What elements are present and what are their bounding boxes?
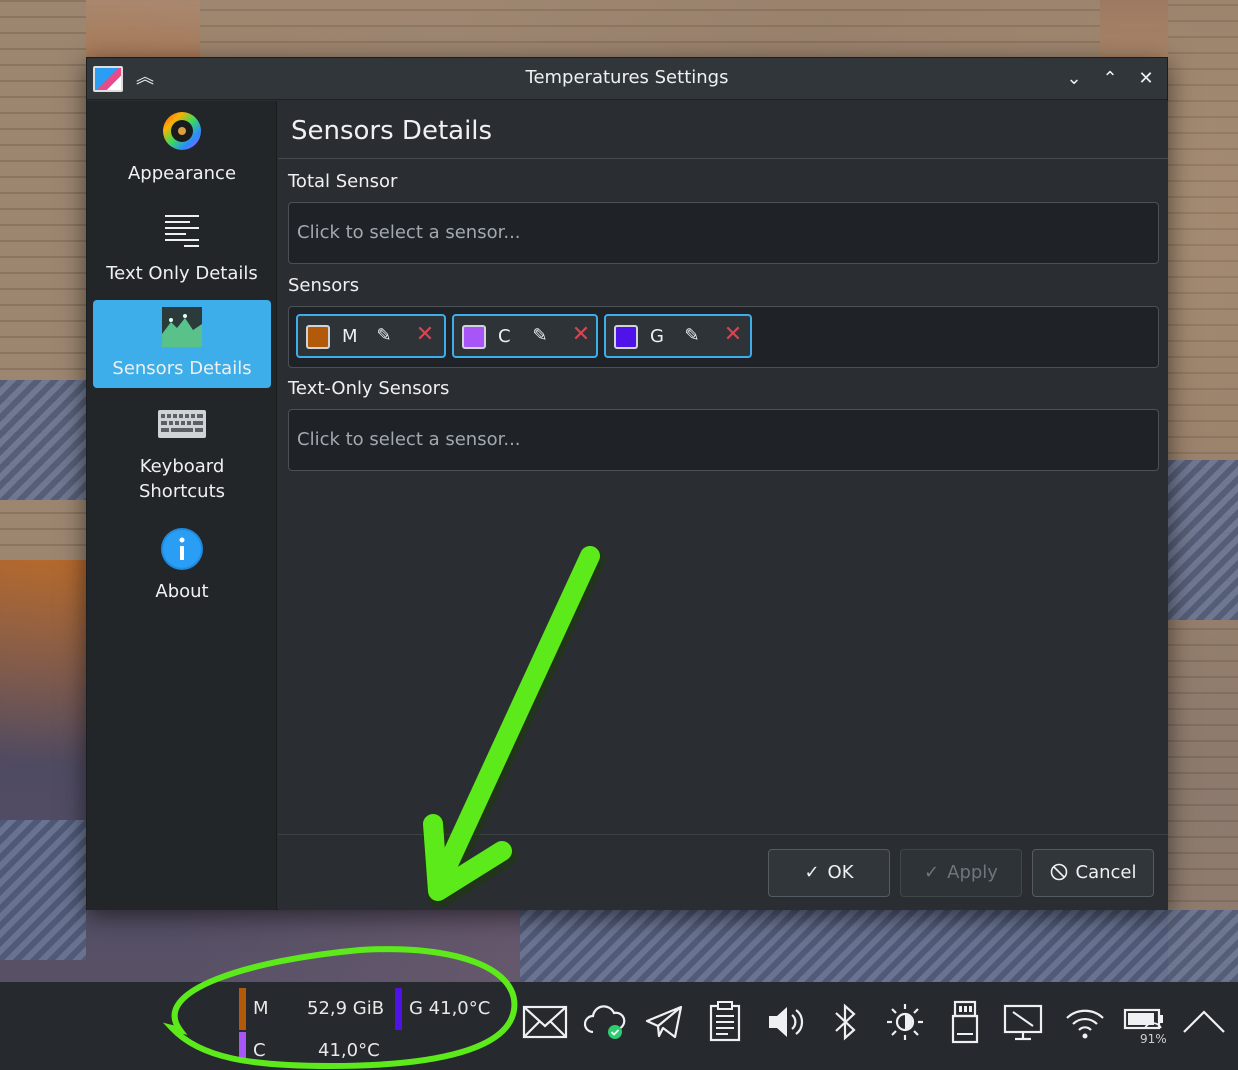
sensors-field[interactable]: M ✎ ✕ C ✎ ✕ G ✎ ✕ — [288, 306, 1159, 368]
wallpaper-roof-left — [0, 380, 86, 500]
total-sensor-field[interactable]: Click to select a sensor... — [288, 202, 1159, 264]
volume-icon[interactable] — [761, 998, 809, 1046]
sensor-chip-label: M — [342, 326, 358, 347]
wallpaper-roof-bottom-left — [0, 820, 86, 960]
wallpaper-roof-right — [1168, 460, 1238, 620]
text-only-sensors-label: Text-Only Sensors — [288, 378, 450, 399]
ok-label: OK — [827, 862, 854, 883]
mail-icon[interactable] — [521, 998, 569, 1046]
c-color-bar — [239, 1032, 246, 1062]
sidebar-item-label: About — [155, 581, 209, 602]
g-color-bar — [395, 988, 402, 1030]
checkmark-icon: ✓ — [804, 862, 820, 883]
widget-c-value: 41,0°C — [318, 1040, 380, 1061]
taskbar: M 52,9 GiB G 41,0°C C 41,0°C 91% — [0, 982, 1238, 1070]
remove-icon[interactable]: ✕ — [720, 322, 746, 348]
m-color-bar — [239, 988, 246, 1030]
clipboard-icon[interactable] — [701, 998, 749, 1046]
cancel-label: Cancel — [1075, 862, 1137, 883]
color-wheel-icon — [163, 112, 201, 150]
widget-m-value: 52,9 GiB — [307, 998, 385, 1019]
sensors-label: Sensors — [288, 275, 360, 296]
minimize-button[interactable]: ⌄ — [1061, 66, 1087, 92]
title-divider — [278, 158, 1168, 159]
remove-icon[interactable]: ✕ — [568, 322, 594, 348]
widget-m-label: M — [253, 998, 269, 1019]
cancel-icon — [1050, 863, 1067, 881]
sidebar-item-label: Sensors Details — [112, 358, 252, 379]
pencil-icon[interactable]: ✎ — [372, 324, 396, 348]
close-button[interactable]: ✕ — [1133, 66, 1159, 92]
title-bar: ︽ Temperatures Settings ⌄ ⌃ ✕ — [87, 58, 1167, 100]
sidebar-item-label: Appearance — [127, 163, 237, 184]
sidebar-item-text-only-details[interactable]: Text Only Details — [93, 209, 271, 297]
wallpaper-building-top — [200, 0, 1100, 57]
sensor-chip-label: C — [498, 326, 511, 347]
sidebar-item-about[interactable]: About — [93, 525, 271, 613]
cancel-button[interactable]: Cancel — [1032, 849, 1154, 897]
total-sensor-placeholder: Click to select a sensor... — [297, 222, 521, 243]
bluetooth-icon[interactable] — [821, 998, 869, 1046]
chart-landscape-icon — [162, 307, 202, 347]
sidebar: Appearance Text Only Details Sensors Det… — [87, 101, 277, 910]
remove-icon[interactable]: ✕ — [412, 322, 438, 348]
widget-c-label: C — [253, 1040, 266, 1061]
sidebar-item-label-line1: Keyboard — [139, 456, 225, 477]
cloud-sync-icon[interactable] — [581, 998, 629, 1046]
wifi-icon[interactable] — [1061, 998, 1109, 1046]
ok-button[interactable]: ✓ OK — [768, 849, 890, 897]
apply-button[interactable]: ✓ Apply — [900, 849, 1022, 897]
battery-percent: 91% — [1140, 1032, 1167, 1046]
text-lines-icon — [165, 215, 199, 247]
page-title: Sensors Details — [291, 116, 493, 146]
info-icon — [161, 528, 203, 570]
chevron-up-icon[interactable] — [1180, 998, 1228, 1046]
sidebar-item-keyboard-shortcuts[interactable]: Keyboard Shortcuts — [93, 406, 271, 516]
sensor-chip-m[interactable]: M ✎ ✕ — [296, 314, 446, 358]
sidebar-item-label: Text Only Details — [106, 263, 258, 284]
usb-drive-icon[interactable] — [941, 998, 989, 1046]
total-sensor-label: Total Sensor — [288, 171, 398, 192]
maximize-button[interactable]: ⌃ — [1097, 66, 1123, 92]
sidebar-item-sensors-details[interactable]: Sensors Details — [93, 300, 271, 388]
sensor-color-swatch[interactable] — [614, 325, 638, 349]
sidebar-item-appearance[interactable]: Appearance — [93, 109, 271, 199]
pencil-icon[interactable]: ✎ — [528, 324, 552, 348]
content-area: Sensors Details Total Sensor Click to se… — [278, 101, 1168, 910]
sensor-chip-label: G — [650, 326, 664, 347]
sensor-chip-c[interactable]: C ✎ ✕ — [452, 314, 598, 358]
apply-label: Apply — [947, 862, 998, 883]
checkmark-icon: ✓ — [924, 862, 940, 883]
brightness-icon[interactable] — [881, 998, 929, 1046]
settings-window: ︽ Temperatures Settings ⌄ ⌃ ✕ Appearance — [86, 57, 1168, 910]
footer-divider — [278, 834, 1168, 835]
pencil-icon[interactable]: ✎ — [680, 324, 704, 348]
telegram-icon[interactable] — [641, 998, 689, 1046]
display-icon[interactable] — [999, 998, 1047, 1046]
sensor-color-swatch[interactable] — [462, 325, 486, 349]
sensor-chip-g[interactable]: G ✎ ✕ — [604, 314, 752, 358]
text-only-sensors-placeholder: Click to select a sensor... — [297, 429, 521, 450]
text-only-sensors-field[interactable]: Click to select a sensor... — [288, 409, 1159, 471]
wallpaper-roof-bottom — [520, 910, 1238, 982]
window-title: Temperatures Settings — [525, 67, 729, 88]
sidebar-item-label-line2: Shortcuts — [138, 481, 226, 502]
sensor-color-swatch[interactable] — [306, 325, 330, 349]
widget-g-label: G 41,0°C — [409, 998, 491, 1019]
keyboard-icon — [158, 410, 206, 438]
